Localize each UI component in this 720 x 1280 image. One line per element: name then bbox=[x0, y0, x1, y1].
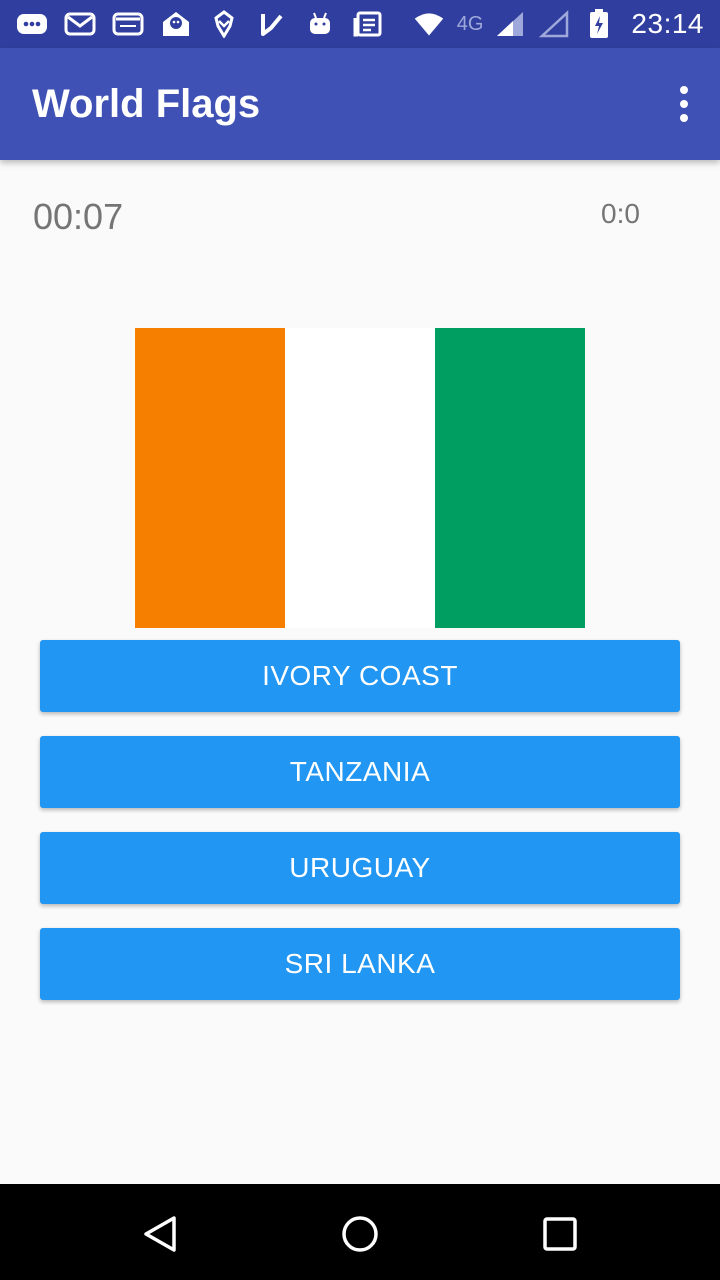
answer-button[interactable]: SRI LANKA bbox=[40, 928, 680, 1000]
notification-app-icon bbox=[160, 10, 192, 38]
answer-button[interactable]: URUGUAY bbox=[40, 832, 680, 904]
status-time: 23:14 bbox=[631, 8, 704, 39]
status-bar: 4G 23:14 bbox=[0, 0, 720, 48]
app-logo-icon bbox=[208, 10, 240, 38]
home-icon[interactable] bbox=[338, 1212, 382, 1256]
overflow-menu-icon[interactable] bbox=[674, 86, 694, 122]
flag-stripe-right bbox=[435, 328, 585, 628]
app-title: World Flags bbox=[32, 81, 261, 126]
cell-signal-icon bbox=[495, 10, 527, 38]
cell-signal-empty-icon bbox=[539, 10, 571, 38]
flag-image bbox=[135, 328, 585, 628]
app-bar: World Flags bbox=[0, 48, 720, 160]
back-icon[interactable] bbox=[138, 1212, 182, 1256]
answer-list: IVORY COAST TANZANIA URUGUAY SRI LANKA bbox=[40, 640, 680, 1024]
email-icon bbox=[64, 10, 96, 38]
screen: 4G 23:14 World Flags 00:07 0:0 IVORY COA… bbox=[0, 0, 720, 1280]
flag-stripe-left bbox=[135, 328, 285, 628]
answer-button[interactable]: TANZANIA bbox=[40, 736, 680, 808]
email-icon bbox=[112, 10, 144, 38]
wifi-icon bbox=[413, 10, 445, 38]
check-flag-icon bbox=[256, 10, 288, 38]
answer-button[interactable]: IVORY COAST bbox=[40, 640, 680, 712]
timer-text: 00:07 bbox=[33, 196, 124, 237]
recents-icon[interactable] bbox=[538, 1212, 582, 1256]
network-type-label: 4G bbox=[456, 12, 484, 35]
score-text: 0:0 bbox=[601, 198, 640, 229]
flag-stripe-middle bbox=[285, 328, 435, 628]
messages-icon bbox=[16, 10, 48, 38]
navigation-bar bbox=[0, 1184, 720, 1280]
news-icon bbox=[352, 10, 384, 38]
battery-charging-icon bbox=[583, 9, 615, 38]
android-icon bbox=[304, 10, 336, 38]
